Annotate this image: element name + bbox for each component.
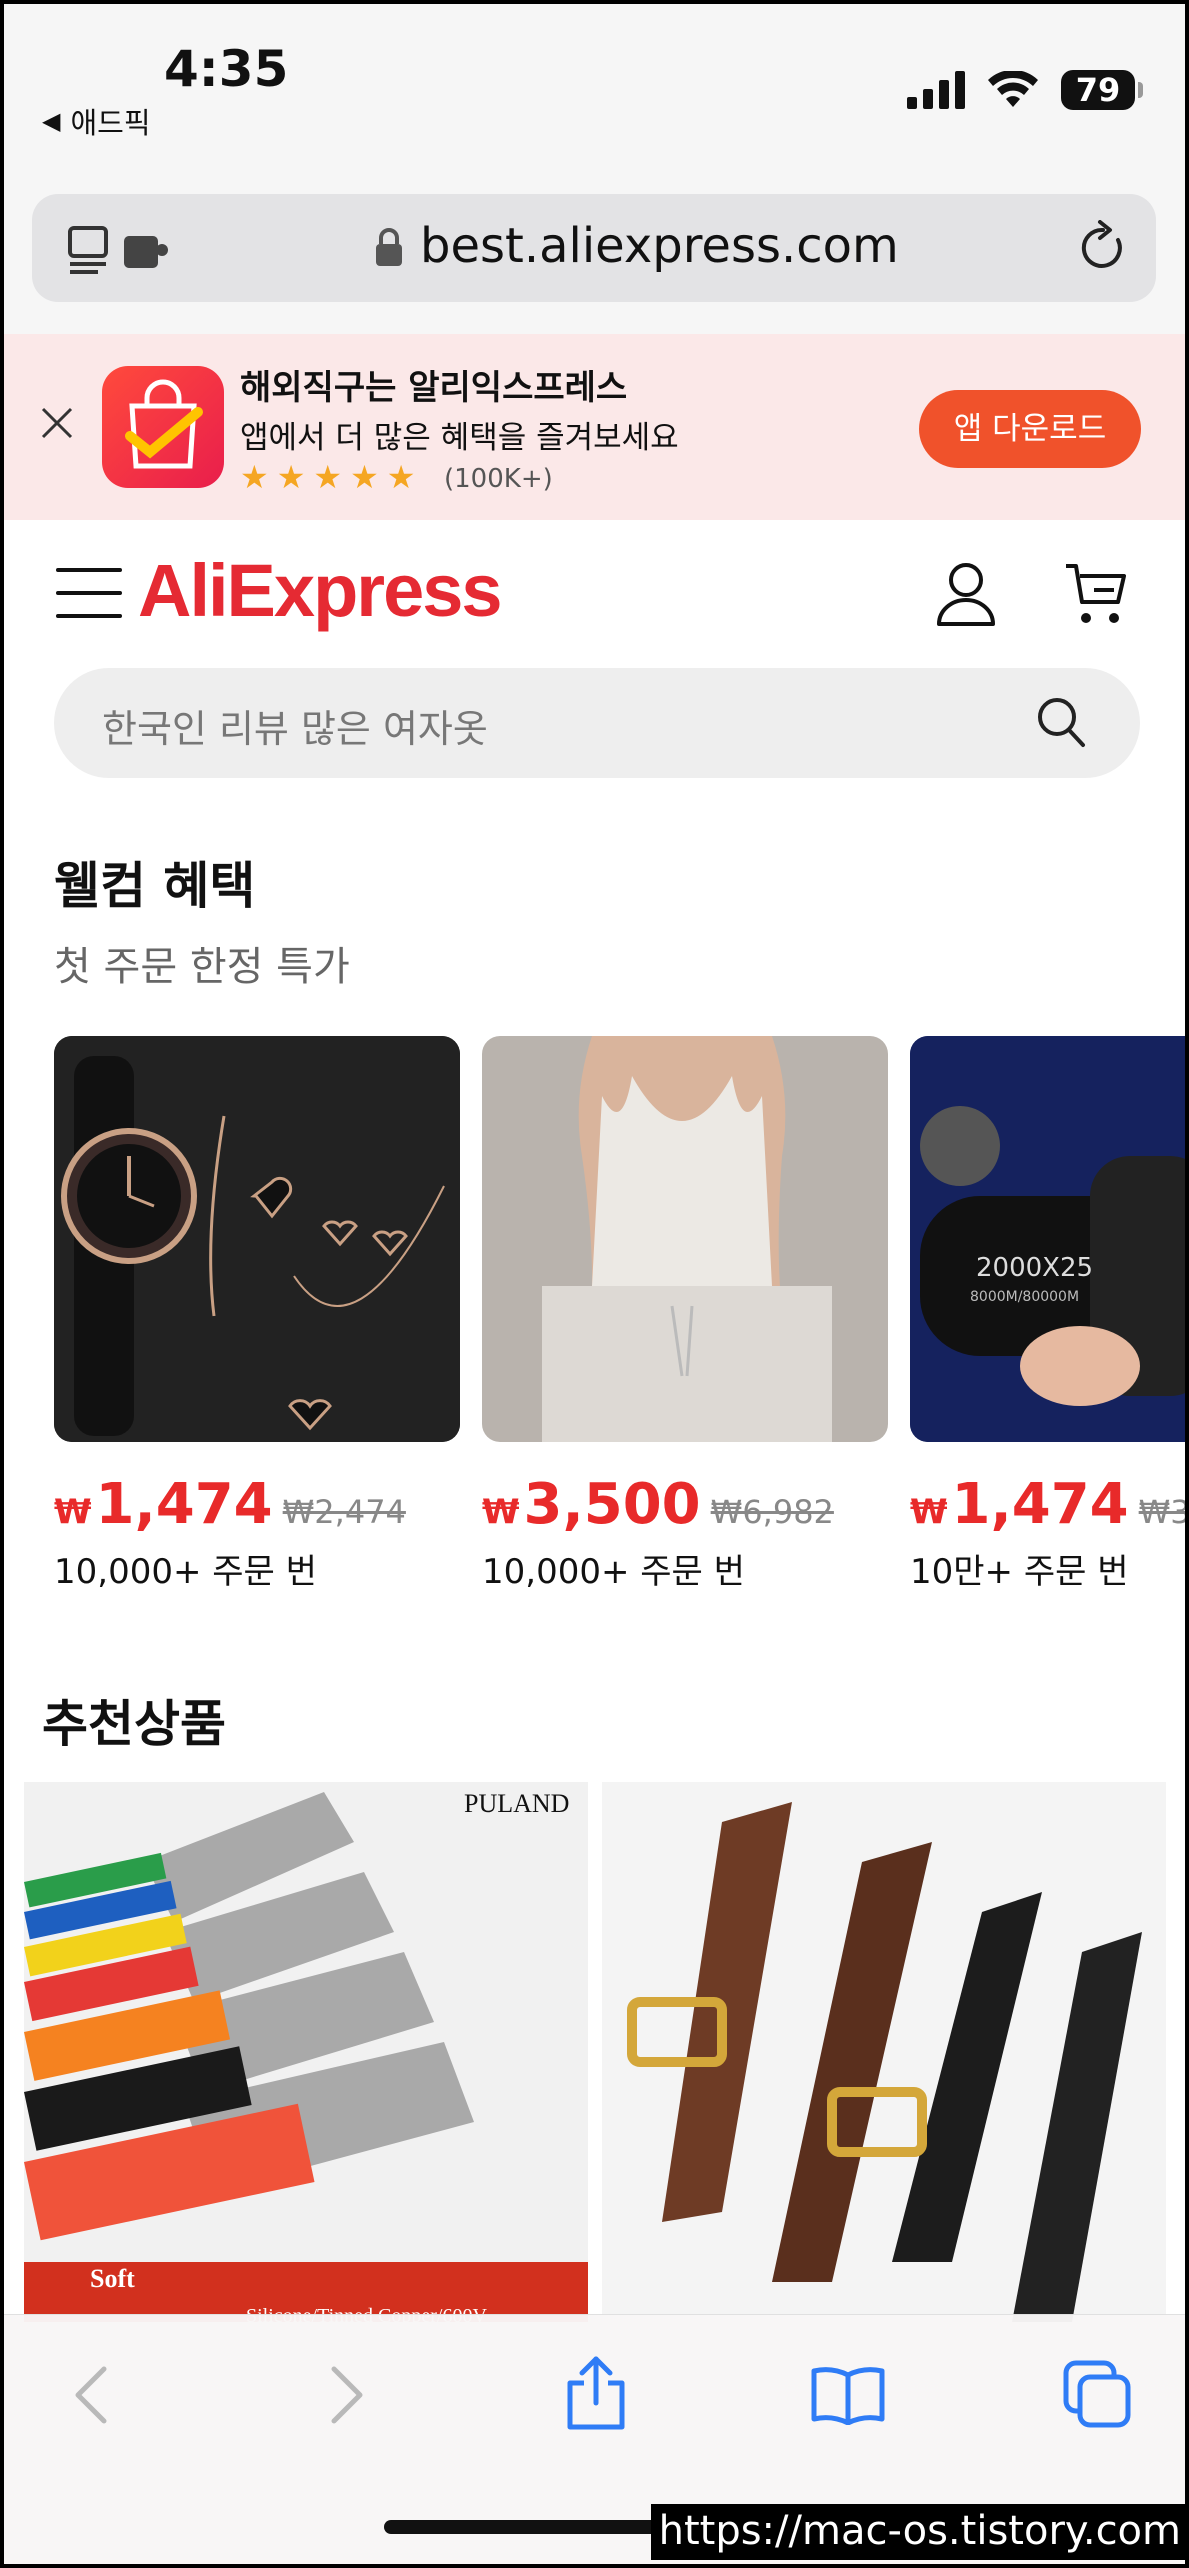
back-app-label: 애드픽 [70, 106, 151, 140]
order-count: 10,000+ 주문 번 [54, 1552, 317, 1592]
lock-icon [376, 228, 402, 266]
recommended-title: 추천상품 [42, 1695, 226, 1753]
status-icons: 79 [907, 70, 1143, 110]
monocular-sublabel: 8000M/80000M [970, 1289, 1079, 1305]
price-row: ₩ 3,500 ₩6,982 [482, 1472, 888, 1542]
order-count: 10,000+ 주문 번 [482, 1552, 745, 1592]
screen: 4:35 ◀ 애드픽 79 best.aliexpress.com 해외직구는 … [4, 4, 1185, 2564]
signal-icon [907, 71, 965, 109]
product-image-bodysuit [482, 1036, 888, 1442]
sale-price: 3,500 [523, 1472, 701, 1537]
aliexpress-app-icon [102, 366, 224, 488]
original-price: ₩2,474 [282, 1493, 406, 1531]
tag-label: Soft [90, 2264, 135, 2293]
sale-price: 1,474 [95, 1472, 273, 1537]
watermark: https://mac-os.tistory.com [650, 2504, 1189, 2560]
sale-price: 1,474 [951, 1472, 1129, 1537]
menu-icon[interactable] [56, 568, 122, 618]
recommended-item-watch-straps[interactable] [602, 1782, 1166, 2322]
review-count: (100K+) [444, 464, 553, 494]
clock: 4:35 [164, 40, 289, 98]
original-price: ₩6,982 [710, 1493, 834, 1531]
forward-icon[interactable] [326, 2365, 366, 2425]
app-download-button[interactable]: 앱 다운로드 [919, 390, 1141, 468]
original-price: ₩3,3 [1138, 1493, 1185, 1531]
product-card[interactable]: ₩ 1,474 ₩2,474 10,000+ 주문 번 [54, 1036, 460, 1593]
price-row: ₩ 1,474 ₩3,3 [910, 1472, 1185, 1542]
currency-symbol: ₩ [482, 1492, 520, 1532]
rating-stars: ★★★★★ [240, 458, 424, 496]
order-count: 10만+ 주문 번 [910, 1552, 1129, 1592]
user-icon[interactable] [936, 562, 996, 626]
banner-subtitle: 앱에서 더 많은 혜택을 즐겨보세요 [240, 420, 679, 456]
welcome-subtitle: 첫 주문 한정 특가 [54, 944, 350, 990]
banner-title: 해외직구는 알리익스프레스 [240, 368, 628, 408]
currency-symbol: ₩ [910, 1492, 948, 1532]
reader-extensions-icon[interactable] [68, 226, 178, 274]
browser-address-area: best.aliexpress.com [4, 174, 1185, 334]
recommended-item-wires[interactable]: PULAND Soft Silicone/Tinned Copper/600V [24, 1782, 588, 2322]
url-text: best.aliexpress.com [420, 218, 899, 274]
search-bar[interactable]: 한국인 리뷰 많은 여자옷 [54, 668, 1140, 778]
share-icon[interactable] [564, 2355, 628, 2431]
brand-label: PULAND [464, 1789, 569, 1818]
price-row: ₩ 1,474 ₩2,474 [54, 1472, 460, 1542]
close-icon[interactable] [40, 406, 74, 440]
aliexpress-logo[interactable]: AliExpress [138, 548, 503, 633]
back-to-app-link[interactable]: ◀ 애드픽 [42, 100, 151, 142]
status-bar: 4:35 ◀ 애드픽 79 [4, 4, 1185, 174]
battery-indicator: 79 [1061, 70, 1143, 110]
product-image-watch-set [54, 1036, 460, 1442]
product-card[interactable]: 2000X25 8000M/80000M ₩ 1,474 ₩3,3 10만+ 주… [910, 1036, 1185, 1593]
wifi-icon [988, 71, 1038, 107]
monocular-label: 2000X25 [976, 1253, 1093, 1283]
tabs-icon[interactable] [1062, 2359, 1132, 2429]
cart-icon[interactable] [1064, 562, 1128, 626]
address-bar[interactable]: best.aliexpress.com [32, 194, 1156, 302]
back-triangle-icon: ◀ [42, 107, 61, 135]
product-card[interactable]: ₩ 3,500 ₩6,982 10,000+ 주문 번 [482, 1036, 888, 1593]
back-icon[interactable] [72, 2365, 112, 2425]
currency-symbol: ₩ [54, 1492, 92, 1532]
search-icon[interactable] [1036, 696, 1086, 748]
app-download-banner: 해외직구는 알리익스프레스 앱에서 더 많은 혜택을 즐겨보세요 ★★★★★ (… [4, 334, 1185, 520]
product-image-monocular: 2000X25 8000M/80000M [910, 1036, 1185, 1442]
bookmarks-icon[interactable] [810, 2365, 886, 2425]
welcome-title: 웰컴 혜택 [54, 857, 256, 915]
site-header: AliExpress [4, 520, 1185, 660]
search-placeholder: 한국인 리뷰 많은 여자옷 [102, 707, 488, 751]
reload-icon[interactable] [1078, 220, 1128, 276]
